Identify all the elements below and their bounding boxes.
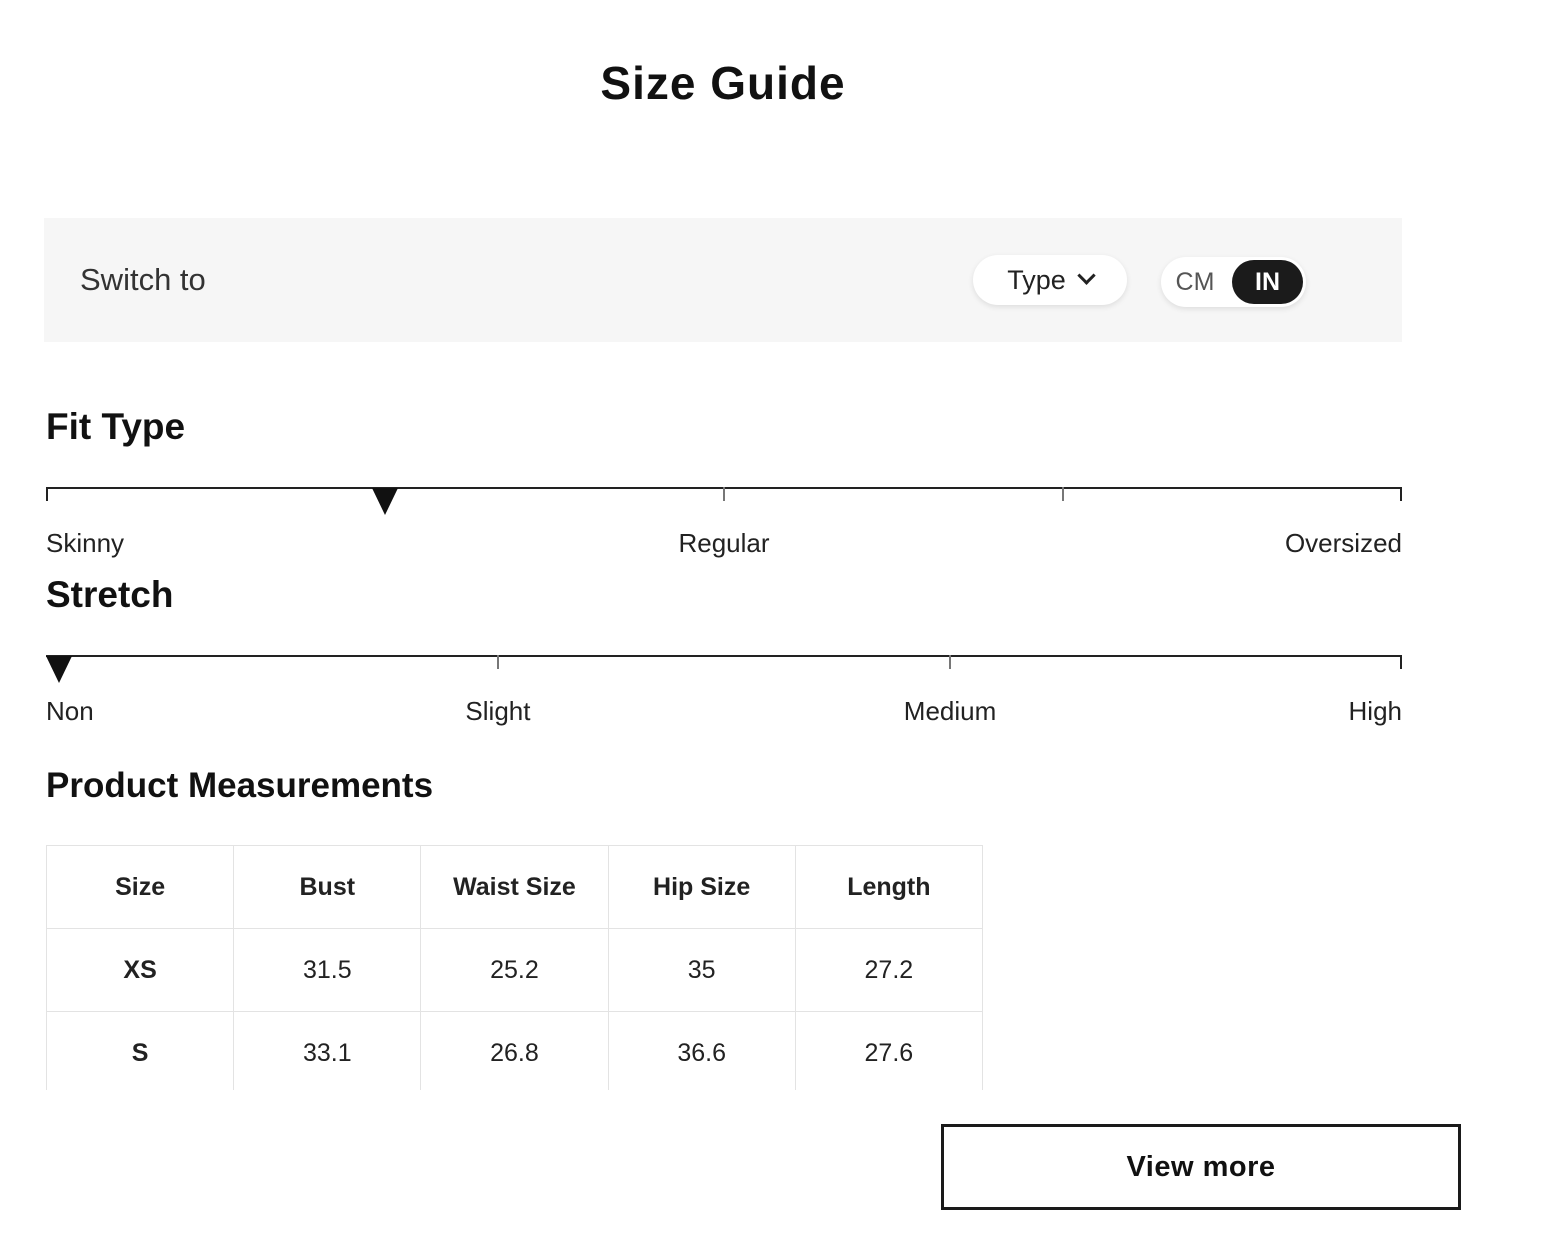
fit-label-skinny: Skinny: [46, 528, 124, 559]
stretch-labels: Non Slight Medium High: [46, 696, 1402, 730]
col-header-waist: Waist Size: [421, 846, 608, 929]
fit-label-oversized: Oversized: [1285, 528, 1402, 559]
cell-waist: 26.8: [421, 1012, 608, 1091]
col-header-hip: Hip Size: [608, 846, 795, 929]
slider-endcap: [1400, 487, 1402, 501]
type-dropdown-button[interactable]: Type: [973, 255, 1127, 305]
stretch-slider: [46, 655, 1402, 657]
table-row: XS 31.5 25.2 35 27.2: [47, 929, 983, 1012]
fit-type-slider: [46, 487, 1402, 489]
col-header-length: Length: [795, 846, 982, 929]
stretch-label-medium: Medium: [904, 696, 996, 727]
fit-type-marker-icon: [372, 488, 398, 515]
stretch-label-non: Non: [46, 696, 94, 727]
table-header-row: Size Bust Waist Size Hip Size Length: [47, 846, 983, 929]
switch-to-label: Switch to: [80, 218, 206, 342]
slider-endcap: [1400, 655, 1402, 669]
slider-tick: [723, 487, 725, 501]
cell-size: XS: [47, 929, 234, 1012]
page-title: Size Guide: [44, 56, 1402, 110]
type-dropdown-label: Type: [1007, 265, 1066, 296]
stretch-label-slight: Slight: [465, 696, 530, 727]
slider-tick: [497, 655, 499, 669]
cell-waist: 25.2: [421, 929, 608, 1012]
cell-size: S: [47, 1012, 234, 1091]
fit-type-heading: Fit Type: [46, 406, 185, 448]
slider-tick: [1062, 487, 1064, 501]
cell-hip: 35: [608, 929, 795, 1012]
col-header-size: Size: [47, 846, 234, 929]
fit-type-labels: Skinny Regular Oversized: [46, 528, 1402, 562]
table-row: S 33.1 26.8 36.6 27.6: [47, 1012, 983, 1091]
slider-tick: [949, 655, 951, 669]
view-more-button[interactable]: View more: [941, 1124, 1461, 1210]
stretch-marker-icon: [46, 656, 72, 683]
unit-option-cm[interactable]: CM: [1161, 268, 1229, 297]
slider-endcap: [46, 487, 48, 501]
product-measurements-table: Size Bust Waist Size Hip Size Length XS …: [46, 845, 983, 1090]
cell-bust: 31.5: [234, 929, 421, 1012]
stretch-label-high: High: [1349, 696, 1402, 727]
cell-hip: 36.6: [608, 1012, 795, 1091]
cell-length: 27.2: [795, 929, 982, 1012]
fit-label-regular: Regular: [678, 528, 769, 559]
chevron-down-icon: [1077, 266, 1095, 284]
cell-length: 27.6: [795, 1012, 982, 1091]
stretch-heading: Stretch: [46, 574, 173, 616]
product-measurements-heading: Product Measurements: [46, 766, 433, 806]
col-header-bust: Bust: [234, 846, 421, 929]
unit-toggle[interactable]: CM IN: [1161, 257, 1306, 307]
unit-option-in[interactable]: IN: [1232, 260, 1303, 304]
cell-bust: 33.1: [234, 1012, 421, 1091]
unit-switch-bar: Switch to Type CM IN: [44, 218, 1402, 342]
